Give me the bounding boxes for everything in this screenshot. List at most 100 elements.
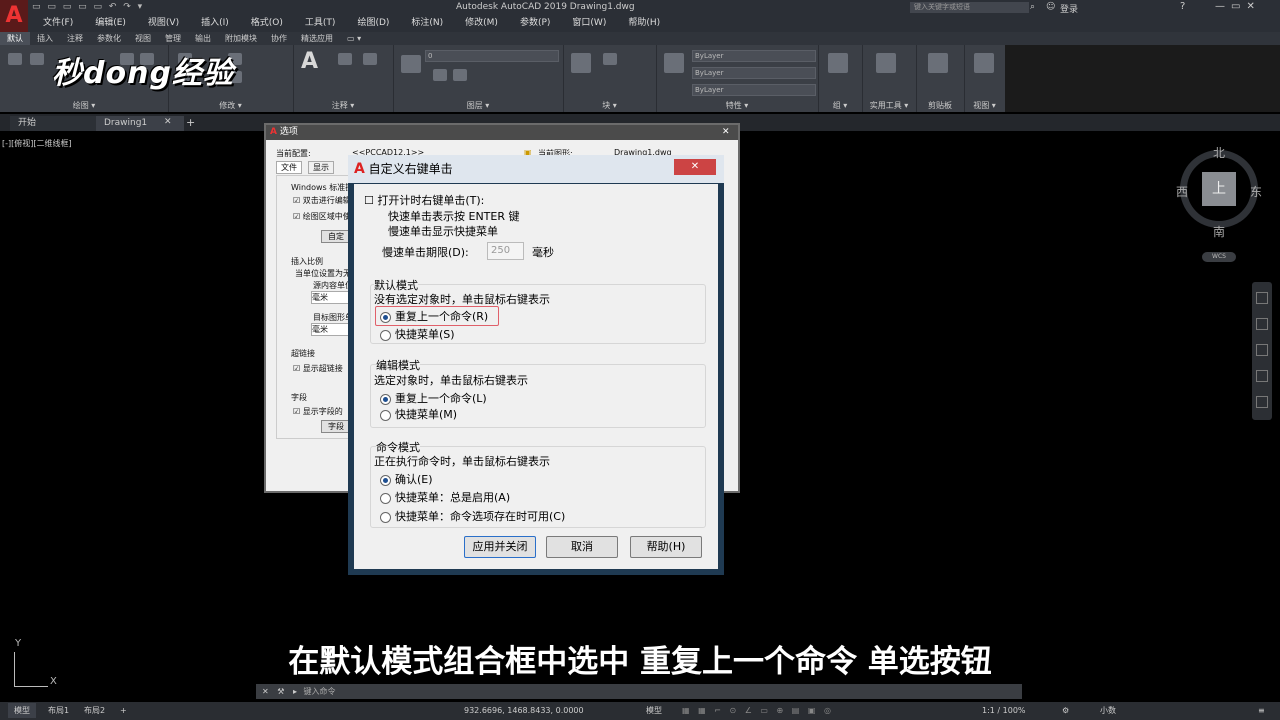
menu-edit[interactable]: 编辑(E) [84,16,137,30]
menu-tools[interactable]: 工具(T) [294,16,347,30]
group-icon[interactable] [828,53,848,73]
ribbon-tab-collaborate[interactable]: 协作 [264,32,294,45]
field-settings-button[interactable]: 字段 [321,420,351,433]
compass-east[interactable]: 东 [1250,183,1262,200]
radio-cmd-always[interactable]: 快捷菜单：总是启用(A) [380,489,510,505]
wrench-icon[interactable]: ⚒ [277,687,284,696]
menu-modify[interactable]: 修改(M) [454,16,509,30]
drafting-toggles[interactable]: ▦ ▦ ⌐ ⊙ ∠ ▭ ⊕ ▤ ▣ ◎ [676,703,840,718]
orbit-icon[interactable] [1256,370,1268,382]
command-line[interactable]: ✕ ⚒ ▸ 键入命令 [256,684,1022,699]
menu-file[interactable]: 文件(F) [32,16,84,30]
base-view-icon[interactable] [974,53,994,73]
measure-icon[interactable] [876,53,896,73]
ribbon-tab-manage[interactable]: 管理 [158,32,188,45]
polyline-icon[interactable] [30,53,44,65]
ribbon-tab-addins[interactable]: 附加模块 [218,32,264,45]
model-space-toggle[interactable]: 模型 [640,703,668,718]
ribbon-group-label[interactable]: 绘图 ▾ [0,100,168,111]
drawing-area-checkbox[interactable]: ☑ 绘图区域中使 [293,211,351,222]
help-icon[interactable]: ? [1180,1,1185,12]
menu-parametric[interactable]: 参数(P) [509,16,561,30]
radio-edit-repeat[interactable]: 重复上一个命令(L) [380,390,487,406]
duration-input[interactable]: 250 [487,242,524,260]
menu-icon[interactable]: ≡ [1252,703,1271,718]
search-input[interactable]: 键入关键字或短语 [910,2,1029,13]
search-icon[interactable]: ⌕ [1030,2,1035,12]
ribbon-group-label[interactable]: 图层 ▾ [393,100,563,111]
ribbon-group-label[interactable]: 块 ▾ [563,100,656,111]
radio-default-repeat[interactable]: 重复上一个命令(R) [380,308,488,324]
annotation-scale[interactable]: 1:1 / 100% [976,703,1032,718]
cancel-button[interactable]: 取消 [546,536,618,558]
ribbon-tab-parametric[interactable]: 参数化 [90,32,128,45]
new-tab-icon[interactable]: + [186,116,195,129]
compass-south[interactable]: 南 [1213,223,1225,240]
ribbon-tab-insert[interactable]: 插入 [30,32,60,45]
compass-north[interactable]: 北 [1213,144,1225,161]
color-dropdown[interactable]: ByLayer [692,50,816,62]
window-controls[interactable]: —▭✕ [1215,1,1261,12]
create-block-icon[interactable] [603,53,617,65]
close-icon[interactable]: ✕ [674,159,716,175]
radio-edit-menu[interactable]: 快捷菜单(M) [380,406,457,422]
menu-format[interactable]: 格式(O) [240,16,294,30]
layer-dropdown[interactable]: 0 [425,50,559,62]
pan-icon[interactable] [1256,318,1268,330]
text-icon[interactable]: A [301,49,318,74]
insert-block-icon[interactable] [571,53,591,73]
apply-close-button[interactable]: 应用并关闭 [464,536,536,558]
ribbon-tab-default[interactable]: 默认 [0,32,30,45]
autocad-logo-icon[interactable]: A [0,0,28,32]
user-icon[interactable]: ☺ [1046,2,1055,12]
ribbon-group-label[interactable]: 组 ▾ [818,100,862,111]
dimension-icon[interactable] [338,53,352,65]
menu-help[interactable]: 帮助(H) [617,16,671,30]
radio-cmd-options[interactable]: 快捷菜单：命令选项存在时可用(C) [380,508,565,524]
help-button[interactable]: 帮助(H) [630,536,702,558]
linetype-dropdown[interactable]: ByLayer [692,67,816,79]
units-select[interactable]: 小数 [1094,703,1122,718]
viewcube-face[interactable]: 上 [1202,172,1236,206]
menu-window[interactable]: 窗口(W) [561,16,617,30]
ribbon-group-label[interactable]: 视图 ▾ [964,100,1005,111]
navigation-bar[interactable] [1252,282,1272,420]
tab-display[interactable]: 显示 [308,161,334,174]
ribbon-group-label[interactable]: 剪贴板 [916,100,964,111]
showmotion-icon[interactable] [1256,396,1268,408]
timed-right-click-checkbox[interactable]: ☐ 打开计时右键单击(T): [364,192,484,208]
tab-layout1[interactable]: 布局1 [42,703,75,718]
add-layout-icon[interactable]: + [114,703,133,718]
close-tab-icon[interactable]: ✕ [164,117,172,127]
tab-layout2[interactable]: 布局2 [78,703,111,718]
radio-default-menu[interactable]: 快捷菜单(S) [380,326,455,342]
layer-properties-icon[interactable] [401,55,421,73]
wcs-menu[interactable]: WCS [1202,252,1236,262]
ribbon-group-label[interactable]: 注释 ▾ [293,100,393,111]
tab-files[interactable]: 文件 [276,161,302,174]
menu-dimension[interactable]: 标注(N) [400,16,454,30]
steering-wheel-icon[interactable] [1256,292,1268,304]
layer-tool-icon[interactable] [453,69,467,81]
ribbon-tab-featured[interactable]: 精选应用 [294,32,340,45]
ribbon-tab-view[interactable]: 视图 [128,32,158,45]
menu-draw[interactable]: 绘图(D) [346,16,400,30]
ribbon-group-label[interactable]: 修改 ▾ [168,100,293,111]
lineweight-dropdown[interactable]: ByLayer [692,84,816,96]
gear-icon[interactable]: ⚙ [1056,703,1075,718]
match-properties-icon[interactable] [664,53,684,73]
menu-insert[interactable]: 插入(I) [190,16,240,30]
compass-west[interactable]: 西 [1176,183,1188,200]
table-icon[interactable] [363,53,377,65]
layer-tool-icon[interactable] [433,69,447,81]
line-icon[interactable] [8,53,22,65]
quick-access-toolbar[interactable]: ▭ ▭ ▭ ▭ ▭ ↶ ↷ ▾ [32,2,144,14]
show-hyperlink-checkbox[interactable]: ☑ 显示超链接 [293,363,343,374]
close-icon[interactable]: ✕ [722,125,730,140]
radio-cmd-enter[interactable]: 确认(E) [380,471,433,487]
viewport-controls[interactable]: [-][俯视][二维线框] [2,138,72,149]
dblclick-checkbox[interactable]: ☑ 双击进行编辑 [293,195,351,206]
ribbon-group-label[interactable]: 特性 ▾ [656,100,818,111]
command-input[interactable]: 键入命令 [304,687,336,696]
show-field-checkbox[interactable]: ☑ 显示字段的 [293,406,343,417]
